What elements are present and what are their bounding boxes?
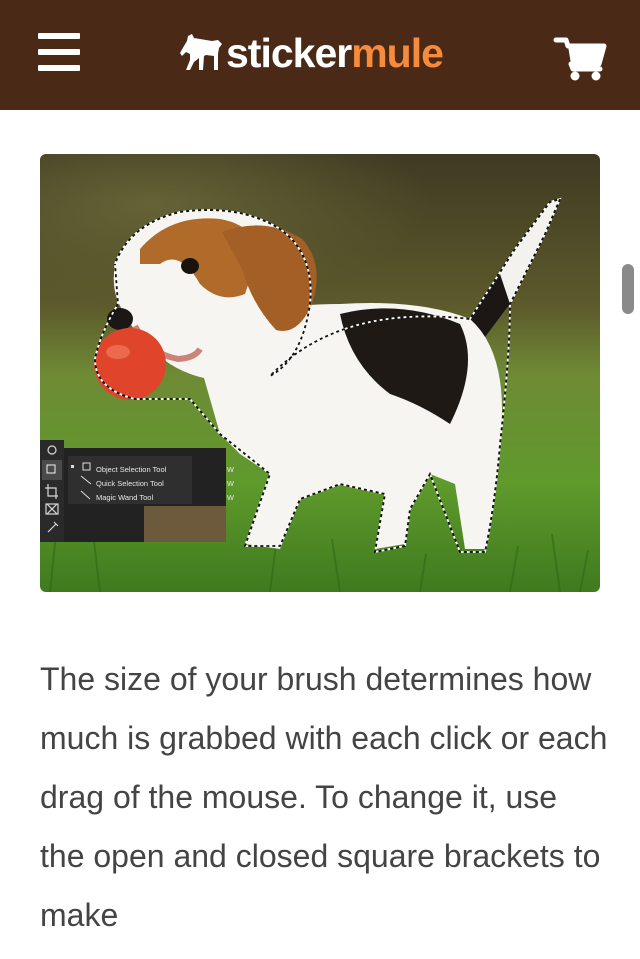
tool-menu-item-label: Magic Wand Tool [96, 493, 154, 502]
shopping-cart-icon[interactable] [552, 34, 608, 82]
menu-bar [38, 65, 80, 71]
scrollbar-thumb[interactable] [622, 264, 634, 314]
cart-glyph [553, 37, 607, 81]
menu-bar [38, 49, 80, 55]
tool-menu-item-label: Object Selection Tool [96, 465, 167, 474]
article-paragraph: The size of your brush determines how mu… [40, 661, 608, 933]
tool-menu-item: Quick Selection Tool W [96, 477, 234, 491]
sticker-mule-logo[interactable]: sticker mule [178, 28, 444, 78]
tool-menu-list: Object Selection Tool W Quick Selection … [96, 463, 234, 505]
mule-icon [180, 34, 222, 70]
logo-word-sticker: sticker [226, 29, 352, 76]
tool-menu-item-shortcut: W [226, 479, 234, 488]
logo-word-mule: mule [351, 29, 444, 76]
tool-menu-item: Object Selection Tool W [96, 463, 234, 477]
tool-menu-item-shortcut: W [226, 493, 234, 502]
tool-menu-item: Magic Wand Tool W [96, 491, 234, 505]
photoshop-toolbar [40, 440, 64, 542]
tool-menu-item-shortcut: W [226, 465, 234, 474]
hamburger-menu-icon[interactable] [34, 30, 84, 76]
menu-bar [38, 33, 80, 39]
site-header: sticker mule [0, 0, 640, 110]
hero-image: Object Selection Tool W Quick Selection … [40, 154, 600, 592]
tool-menu-item-label: Quick Selection Tool [96, 479, 164, 488]
